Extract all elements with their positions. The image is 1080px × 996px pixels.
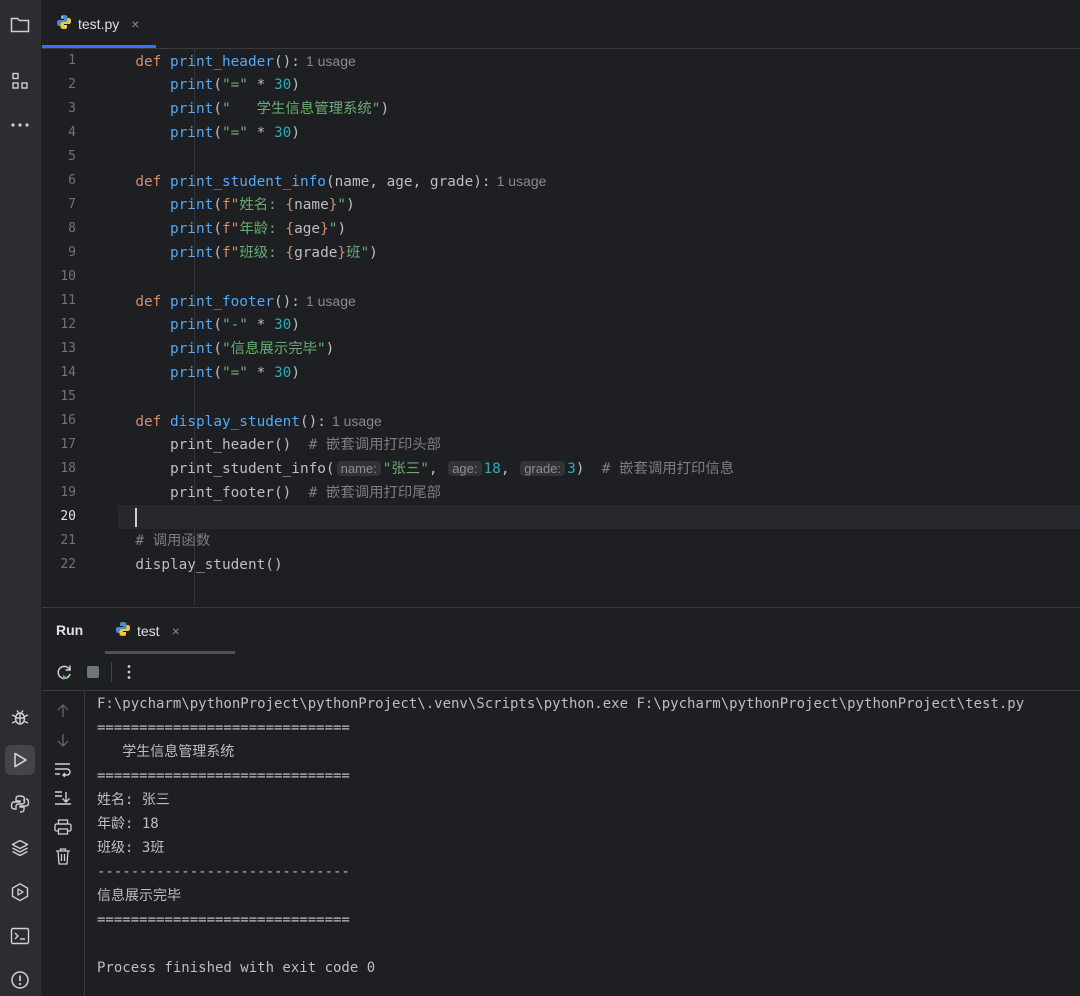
line-number: 3 [68,101,76,116]
stop-icon[interactable] [81,660,105,684]
more-vertical-icon[interactable] [117,660,141,684]
console-line: 信息展示完毕 [97,888,181,904]
services-icon[interactable] [5,877,35,907]
print-icon[interactable] [51,815,75,839]
usage-hint[interactable]: 1 usage [332,413,382,429]
console-line: ============================== [97,768,350,784]
arrow-down-icon[interactable] [51,728,75,752]
line-number: 15 [60,389,76,404]
console-output[interactable]: F:\pycharm\pythonProject\pythonProject\.… [85,691,1080,996]
code-line-12: print("-" * 30) [169,317,300,333]
line-number: 12 [60,317,76,332]
debug-icon[interactable] [5,702,35,732]
run-title: Run [56,622,84,638]
console-line: ============================== [97,720,350,736]
line-number: 22 [60,557,76,572]
param-hint-grade: grade: [520,461,566,476]
problems-icon[interactable] [5,965,35,995]
active-tab-indicator [42,45,156,48]
code-editor[interactable]: 1 2 3 4 5 6 7 8 9 10 11 12 13 14 15 16 17 18 19 20 21 22 def … [42,49,1080,606]
code-line-20 [118,505,1080,529]
layers-icon[interactable] [5,833,35,863]
folder-icon[interactable] [5,10,35,40]
line-number-gutter: 1 2 3 4 5 6 7 8 9 10 11 12 13 14 15 16 17 18 19 20 21 22 [42,49,118,606]
trash-icon[interactable] [51,844,75,868]
code-line-6: def print_student_info(name, age, grade)… [135,173,547,190]
console-line: 姓名: 张三 [97,792,170,808]
code-line-19: print_footer() # 嵌套调用打印尾部 [169,485,442,501]
code-line-16: def display_student(): 1 usage [135,413,382,430]
structure-icon[interactable] [5,66,35,96]
rerun-icon[interactable] [52,660,76,684]
toolbar-divider [111,662,112,682]
python-console-icon[interactable] [5,789,35,819]
code-line-4: print("=" * 30) [169,125,300,141]
code-line-2: print("=" * 30) [169,77,300,93]
code-area[interactable]: def print_header(): 1 usage print("=" * 3… [118,49,1080,606]
line-number: 16 [60,413,76,428]
line-number: 17 [60,437,76,452]
soft-wrap-icon[interactable] [51,757,75,781]
line-number: 6 [68,173,76,188]
run-toolbar [42,654,1080,691]
line-number: 19 [60,485,76,500]
line-number: 5 [68,149,76,164]
more-icon[interactable] [5,110,35,140]
close-icon[interactable]: × [131,16,139,32]
line-number: 13 [60,341,76,356]
text-caret [135,507,138,527]
line-number: 1 [68,53,76,68]
line-number: 9 [68,245,76,260]
console-line: Process finished with exit code 0 [97,960,376,976]
line-number: 14 [60,365,76,380]
editor-tab-bar: test.py × [42,0,1080,49]
scroll-to-end-icon[interactable] [51,786,75,810]
code-line-21: # 调用函数 [135,533,211,549]
code-line-13: print("信息展示完毕") [169,341,335,357]
terminal-icon[interactable] [5,921,35,951]
code-line-3: print(" 学生信息管理系统") [169,101,390,117]
python-file-icon [115,621,131,642]
code-line-22: display_student() [135,557,283,573]
close-icon[interactable]: × [172,623,180,639]
line-number: 8 [68,221,76,236]
run-side-toolbar [42,691,85,996]
run-tab-test[interactable]: test × [105,608,235,654]
code-line-1: def print_header(): 1 usage [135,53,356,70]
console-line: ------------------------------ [97,864,350,880]
tab-label: test.py [78,16,120,32]
line-number: 7 [68,197,76,212]
console-line: 学生信息管理系统 [97,744,235,760]
console-line: F:\pycharm\pythonProject\pythonProject\.… [97,696,1025,712]
python-file-icon [56,14,72,35]
code-line-18: print_student_info(name: "张三", age: 18, gr… [169,461,735,477]
run-tab-label: test [137,623,160,639]
line-number: 18 [60,461,76,476]
code-line-9: print(f"班级: {grade}班") [169,245,378,261]
console-line: ============================== [97,912,350,928]
usage-hint[interactable]: 1 usage [497,173,547,189]
line-number: 20 [60,509,76,524]
code-line-17: print_header() # 嵌套调用打印头部 [169,437,442,453]
line-number: 21 [60,533,76,548]
arrow-up-icon[interactable] [51,699,75,723]
line-number: 10 [60,269,76,284]
console-line: 年龄: 18 [97,816,159,832]
code-line-8: print(f"年龄: {age}") [169,221,347,237]
code-line-11: def print_footer(): 1 usage [135,293,356,310]
usage-hint[interactable]: 1 usage [306,293,356,309]
run-tool-window-header: Run test × [42,607,1080,655]
param-hint-age: age: [448,461,482,476]
code-line-14: print("=" * 30) [169,365,300,381]
param-hint-name: name: [336,461,381,476]
tab-test-py[interactable]: test.py × [42,0,156,48]
run-icon[interactable] [5,745,35,775]
line-number: 11 [60,293,76,308]
line-number: 2 [68,77,76,92]
usage-hint[interactable]: 1 usage [306,53,356,69]
console-line: 班级: 3班 [97,840,165,856]
code-line-7: print(f"姓名: {name}") [169,197,355,213]
tool-window-strip [0,0,42,996]
line-number: 4 [68,125,76,140]
